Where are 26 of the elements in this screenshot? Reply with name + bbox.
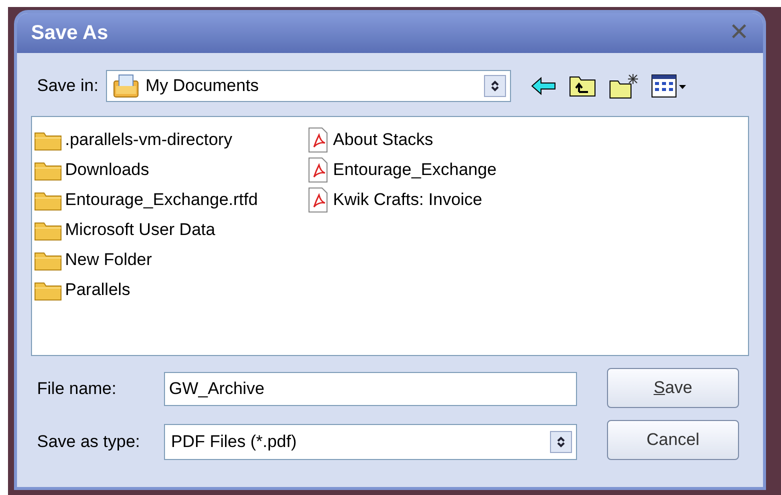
save-button[interactable]: Save xyxy=(607,368,739,408)
new-folder-icon[interactable] xyxy=(609,73,640,99)
save-in-label: Save in: xyxy=(37,75,98,98)
up-folder-icon[interactable] xyxy=(569,74,598,98)
file-item[interactable]: .parallels-vm-directory xyxy=(34,125,306,155)
file-item[interactable]: Downloads xyxy=(34,155,306,185)
back-arrow-icon[interactable] xyxy=(531,77,558,95)
view-menu-icon[interactable] xyxy=(651,74,688,98)
pdf-file-icon xyxy=(306,127,330,153)
file-item[interactable]: Entourage_Exchange.rtfd xyxy=(34,185,306,215)
file-item[interactable]: New Folder xyxy=(34,245,306,275)
cancel-button[interactable]: Cancel xyxy=(607,420,739,460)
pdf-file-icon xyxy=(306,157,330,183)
file-item[interactable]: About Stacks xyxy=(306,125,606,155)
save-in-dropdown[interactable]: My Documents xyxy=(106,70,512,102)
pdf-file-icon xyxy=(306,187,330,213)
field-label: Save as type: xyxy=(37,431,142,454)
file-item[interactable]: Entourage_Exchange xyxy=(306,155,606,185)
file-item[interactable]: Microsoft User Data xyxy=(34,215,306,245)
file-name-field[interactable]: GW_Archive xyxy=(164,372,577,406)
field-label: File name: xyxy=(37,378,118,400)
window-title: Save As xyxy=(31,21,108,46)
file-item[interactable]: Kwik Crafts: Invoice xyxy=(306,185,606,215)
file-type-dropdown[interactable]: PDF Files (*.pdf) xyxy=(164,424,577,460)
documents-folder-icon xyxy=(113,74,140,98)
file-item[interactable]: Parallels xyxy=(34,275,306,305)
